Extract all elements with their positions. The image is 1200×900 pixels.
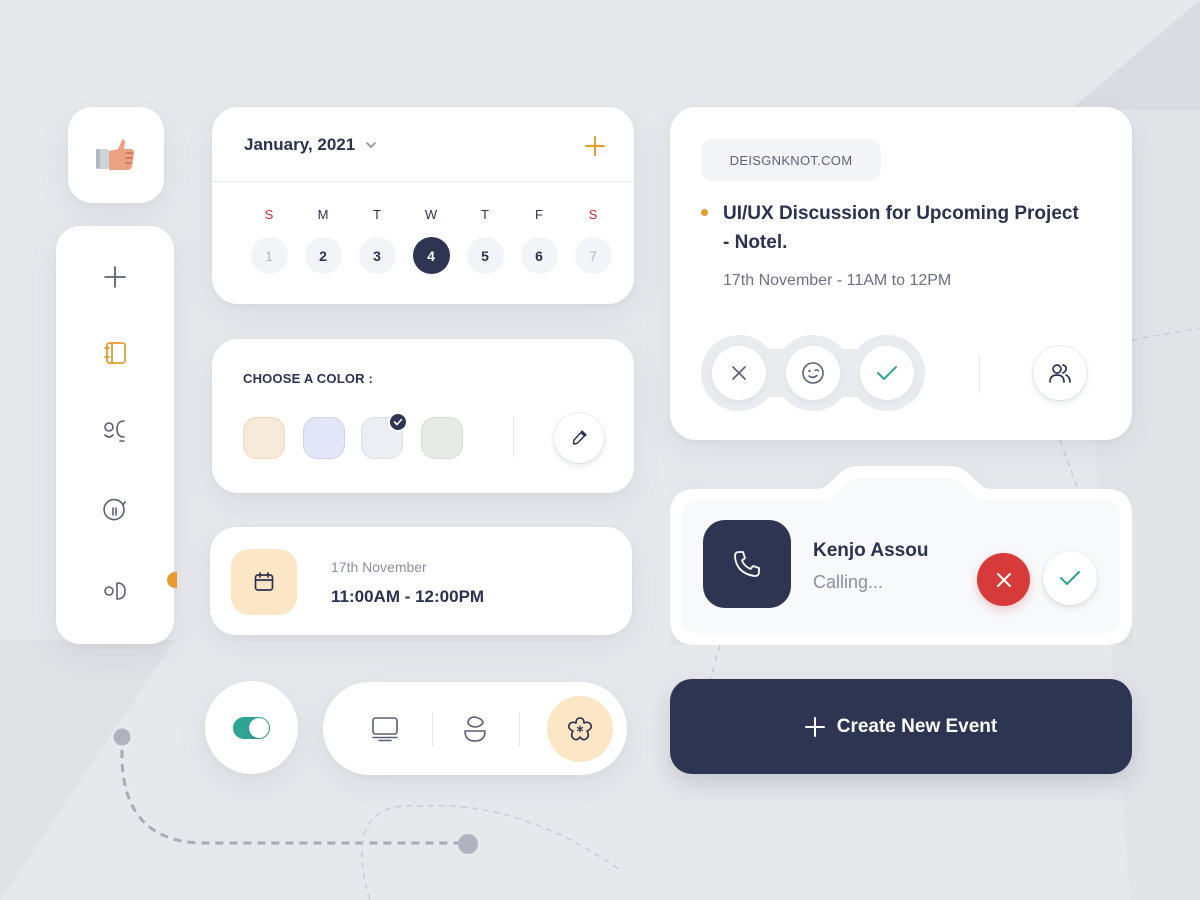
plus-icon (585, 136, 605, 156)
flower-icon (568, 717, 592, 741)
chevron-down-icon (366, 142, 377, 149)
accept-reaction-button[interactable] (860, 346, 914, 400)
date-button[interactable]: 1 (250, 237, 288, 274)
weekday-label: M (317, 207, 329, 222)
domain-chip[interactable]: DEISGNKNOT.COM (701, 139, 881, 181)
date-button[interactable]: 7 (574, 237, 612, 274)
event-subtitle: 17th November - 11AM to 12PM (723, 272, 952, 289)
event-title: UI/UX Discussion for Upcoming Project - … (723, 203, 1079, 253)
add-event-button[interactable] (584, 135, 606, 157)
sidebar-item-add[interactable] (100, 262, 130, 292)
decline-reaction-button[interactable] (712, 346, 766, 400)
close-icon (996, 572, 1011, 587)
toggle-shape-icon (104, 582, 126, 600)
notebook-icon (104, 342, 126, 364)
color-swatch[interactable] (243, 417, 285, 459)
call-status: Calling... (813, 572, 884, 592)
divider (432, 712, 433, 746)
plus-icon (804, 716, 825, 737)
day-column: M2 (296, 207, 350, 274)
bullet-dot (701, 209, 708, 216)
segment-monitor[interactable] (352, 696, 418, 762)
active-indicator (167, 572, 177, 588)
thumbs-up-icon (96, 139, 135, 170)
phone-icon (734, 551, 760, 577)
accept-call-button[interactable] (1043, 551, 1097, 605)
color-swatch[interactable] (421, 417, 463, 459)
sidebar-item-chat[interactable] (100, 496, 130, 526)
sidebar-item-contacts[interactable] (100, 416, 130, 446)
decline-call-button[interactable] (977, 553, 1030, 606)
check-icon (393, 418, 403, 426)
calendar-icon-box (231, 549, 297, 615)
event-time-card[interactable]: 17th November 11:00AM - 12:00PM (210, 527, 632, 635)
check-icon (1060, 571, 1080, 585)
day-column: F6 (512, 207, 566, 274)
weekday-label: S (588, 207, 598, 222)
users-icon (1049, 364, 1071, 383)
day-column: T5 (458, 207, 512, 274)
sidebar-item-notebook[interactable] (100, 338, 130, 368)
month-selector[interactable]: January, 2021 (244, 135, 377, 155)
thumbs-up-card[interactable] (68, 107, 164, 203)
weekday-label: W (424, 207, 438, 222)
date-button[interactable]: 6 (520, 237, 558, 274)
color-swatch[interactable] (303, 417, 345, 459)
chat-bubble-icon (103, 498, 126, 521)
calendar-card: January, 2021 S1 M2 T3 W4 T5 F6 S7 (212, 107, 634, 304)
eyedropper-icon (572, 430, 587, 445)
phone-avatar (703, 520, 791, 608)
color-chooser-label: CHOOSE A COLOR : (243, 371, 374, 386)
color-chooser-card: CHOOSE A COLOR : (212, 339, 634, 493)
incoming-call-card: Kenjo Assou Calling... (670, 465, 1132, 645)
divider (519, 712, 520, 746)
day-column: T3 (350, 207, 404, 274)
event-time-range: 11:00AM - 12:00PM (331, 587, 485, 606)
close-icon (732, 366, 746, 380)
weekday-label: T (373, 207, 381, 222)
segment-user[interactable] (442, 696, 508, 762)
plus-icon (104, 266, 126, 288)
sidebar-item-toggle[interactable] (100, 576, 130, 606)
toggle-knob (249, 717, 269, 738)
participants-button[interactable] (1033, 346, 1087, 400)
maybe-reaction-button[interactable] (786, 346, 840, 400)
date-button[interactable]: 3 (358, 237, 396, 274)
divider (212, 181, 634, 182)
monitor-icon (372, 717, 398, 742)
caller-name: Kenjo Assou (813, 540, 929, 561)
event-card: DEISGNKNOT.COM UI/UX Discussion for Upco… (670, 107, 1132, 440)
date-button-selected[interactable]: 4 (412, 237, 450, 274)
date-button[interactable]: 2 (304, 237, 342, 274)
segment-flower[interactable] (547, 696, 613, 762)
weekday-label: S (264, 207, 274, 222)
date-button[interactable]: 5 (466, 237, 504, 274)
user-abstract-icon (464, 716, 486, 742)
month-title: January, 2021 (244, 135, 356, 154)
day-column: S1 (242, 207, 296, 274)
weekday-label: F (535, 207, 543, 222)
event-date: 17th November (331, 559, 427, 575)
wink-face-icon (802, 362, 824, 384)
create-button-label: Create New Event (836, 715, 998, 737)
check-badge (388, 412, 408, 432)
eyedropper-button[interactable] (554, 413, 604, 463)
weekday-label: T (481, 207, 489, 222)
day-column: W4 (404, 207, 458, 274)
divider (513, 417, 514, 457)
contacts-icon (104, 420, 125, 442)
day-column: S7 (566, 207, 620, 274)
create-new-event-button[interactable]: Create New Event (670, 679, 1132, 774)
segmented-control (323, 682, 627, 775)
toggle-switch[interactable] (233, 716, 270, 739)
divider (979, 355, 980, 393)
sidebar (56, 226, 177, 644)
toggle-card (205, 681, 298, 774)
week-strip: S1 M2 T3 W4 T5 F6 S7 (242, 207, 620, 274)
calendar-icon (254, 572, 274, 591)
reaction-group (701, 335, 925, 411)
check-icon (877, 366, 897, 380)
